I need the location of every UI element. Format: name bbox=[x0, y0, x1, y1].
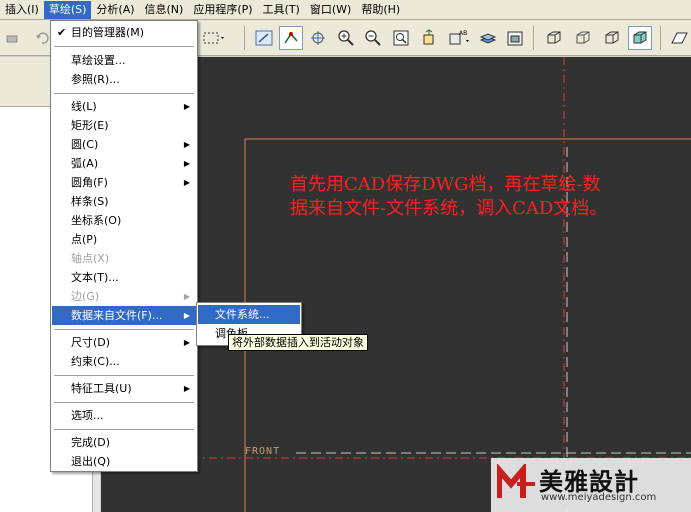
submenu-arrow-icon: ▶ bbox=[183, 159, 190, 168]
menu-item-dimension[interactable]: 尺寸(D) ▶ bbox=[52, 333, 196, 352]
menu-item-intent-manager[interactable]: ✔ 目的管理器(M) bbox=[52, 23, 196, 42]
menu-item-arc[interactable]: 弧(A) ▶ bbox=[52, 154, 196, 173]
tooltip: 将外部数据插入到活动对象 bbox=[228, 334, 368, 351]
menu-help[interactable]: 帮助(H) bbox=[356, 1, 405, 19]
submenu-arrow-icon: ▶ bbox=[183, 311, 190, 320]
menu-item-edge: 边(G) ▶ bbox=[52, 287, 196, 306]
menu-item-references[interactable]: 参照(R)... bbox=[52, 70, 196, 89]
submenu-item-file-system[interactable]: 文件系统... bbox=[198, 305, 300, 324]
menu-item-constrain[interactable]: 约束(C)... bbox=[52, 352, 196, 371]
menu-item-feature-tools[interactable]: 特征工具(U) ▶ bbox=[52, 379, 196, 398]
svg-text:AB: AB bbox=[459, 30, 467, 37]
menu-item-axis-point: 轴点(X) bbox=[71, 252, 110, 265]
hidden-line-icon[interactable] bbox=[571, 26, 595, 50]
menu-item-done[interactable]: 完成(D) bbox=[52, 433, 196, 452]
menu-item-sketch-setup[interactable]: 草绘设置... bbox=[52, 51, 196, 70]
menu-item-line[interactable]: 线(L) ▶ bbox=[52, 97, 196, 116]
sketch-dropdown-menu: ✔ 目的管理器(M) 草绘设置... 参照(R)... 线(L) ▶ 矩形(E) … bbox=[50, 20, 198, 472]
reorient-icon[interactable] bbox=[417, 26, 441, 50]
print-icon[interactable] bbox=[0, 26, 24, 50]
menu-item-quit[interactable]: 退出(Q) bbox=[52, 452, 196, 471]
menu-tools[interactable]: 工具(T) bbox=[258, 1, 305, 19]
submenu-arrow-icon: ▶ bbox=[183, 102, 190, 111]
menu-item-spline[interactable]: 样条(S) bbox=[52, 192, 196, 211]
no-hidden-icon[interactable] bbox=[600, 26, 624, 50]
checkmark-icon: ✔ bbox=[57, 26, 67, 39]
menu-applications[interactable]: 应用程序(P) bbox=[188, 1, 257, 19]
brand-url: www.meiyadesign.com bbox=[541, 492, 657, 503]
refit-icon[interactable] bbox=[389, 26, 413, 50]
spin-center-icon[interactable] bbox=[306, 26, 330, 50]
menu-insert[interactable]: 插入(I) bbox=[0, 1, 44, 19]
front-datum-label: FRONT bbox=[245, 446, 281, 457]
menu-item-data-from-file[interactable]: 数据来自文件(F)... ▶ bbox=[52, 306, 196, 325]
menu-item-text[interactable]: 文本(T)... bbox=[52, 268, 196, 287]
menu-analysis[interactable]: 分析(A) bbox=[91, 1, 139, 19]
shading-icon[interactable] bbox=[628, 26, 652, 50]
menu-item-coordinate-system[interactable]: 坐标系(O) bbox=[52, 211, 196, 230]
submenu-arrow-icon: ▶ bbox=[183, 178, 190, 187]
submenu-arrow-icon: ▶ bbox=[183, 292, 190, 301]
datum-plane-icon[interactable] bbox=[667, 26, 691, 50]
select-box-icon[interactable] bbox=[200, 26, 228, 50]
menu-window[interactable]: 窗口(W) bbox=[305, 1, 356, 19]
zoom-in-icon[interactable] bbox=[334, 26, 358, 50]
sketch-view-icon[interactable] bbox=[252, 26, 276, 50]
submenu-arrow-icon: ▶ bbox=[183, 338, 190, 347]
submenu-arrow-icon: ▶ bbox=[183, 140, 190, 149]
menu-item-fillet[interactable]: 圆角(F) ▶ bbox=[52, 173, 196, 192]
view-manager-icon[interactable] bbox=[503, 26, 527, 50]
menu-item-point[interactable]: 点(P) bbox=[52, 230, 196, 249]
saved-views-icon[interactable]: AB bbox=[446, 26, 474, 50]
instruction-note: 首先用CAD保存DWG档，再在草绘-数据来自文件-文件系统，调入CAD文档。 bbox=[290, 174, 608, 219]
menu-item-circle[interactable]: 圆(C) ▶ bbox=[52, 135, 196, 154]
zoom-out-icon[interactable] bbox=[361, 26, 385, 50]
menu-item-rectangle[interactable]: 矩形(E) bbox=[52, 116, 196, 135]
menu-sketch[interactable]: 草绘(S) bbox=[43, 0, 92, 19]
layers-icon[interactable] bbox=[476, 26, 500, 50]
brand-logo-icon bbox=[497, 464, 535, 498]
menu-bar: 插入(I) 草绘(S) 分析(A) 信息(N) 应用程序(P) 工具(T) 窗口… bbox=[0, 0, 691, 20]
watermark-logo: 美雅設計 www.meiyadesign.com bbox=[491, 458, 691, 512]
menu-item-options[interactable]: 选项... bbox=[52, 406, 196, 425]
wireframe-icon[interactable] bbox=[542, 26, 566, 50]
menu-info[interactable]: 信息(N) bbox=[140, 1, 189, 19]
submenu-arrow-icon: ▶ bbox=[183, 384, 190, 393]
constraint-icon[interactable] bbox=[279, 26, 303, 50]
